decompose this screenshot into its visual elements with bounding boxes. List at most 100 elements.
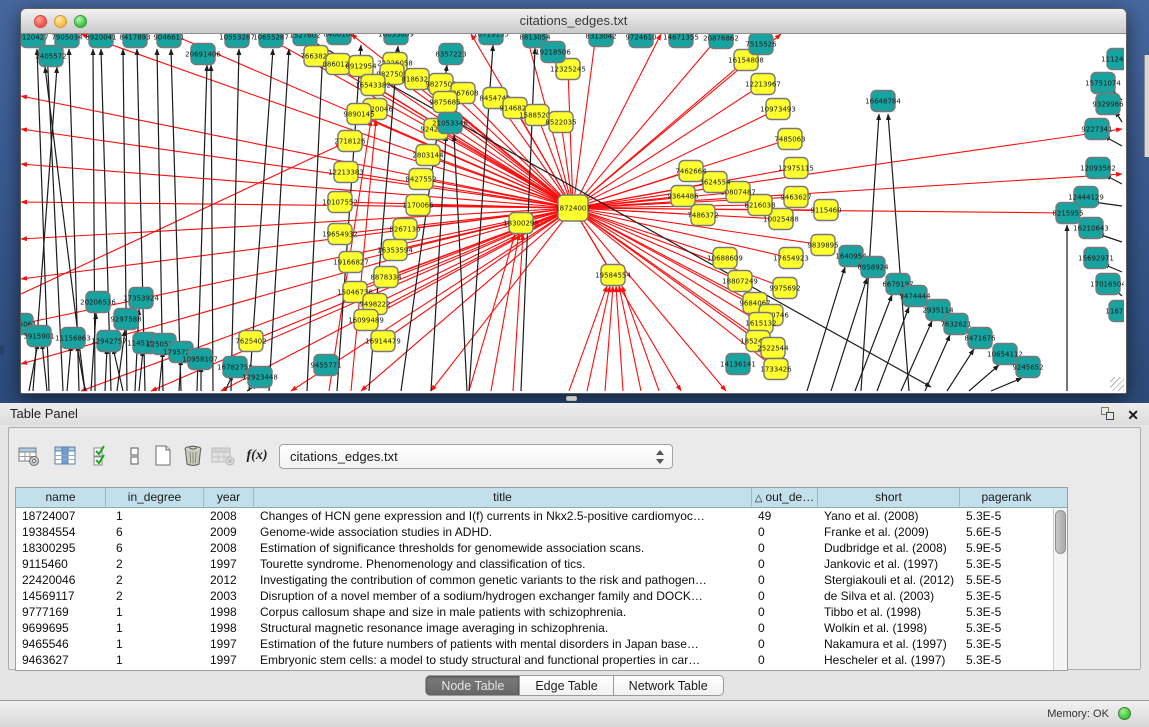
table-selector-dropdown[interactable]: citations_edges.txt	[279, 444, 673, 469]
graph-edge[interactable]	[21, 144, 342, 294]
table-cell-year[interactable]: 1998	[204, 620, 254, 636]
graph-edge[interactable]	[622, 286, 659, 391]
table-cell-short[interactable]: Dudbridge et al. (2008)	[818, 540, 960, 556]
table-cell-pagerank[interactable]: 5.9E-5	[960, 540, 1053, 556]
graph-node[interactable]: 9975692	[769, 278, 800, 299]
table-row[interactable]: 946362711997Embryonic stem cells: a mode…	[16, 652, 1067, 668]
table-cell-out_degree[interactable]: 0	[752, 604, 818, 620]
graph-node[interactable]: 2405572	[35, 46, 66, 67]
table-cell-title[interactable]: Genome-wide association studies in ADHD.	[254, 524, 752, 540]
graph-node[interactable]: 16914479	[365, 331, 401, 352]
table-cell-out_degree[interactable]: 0	[752, 524, 818, 540]
graph-node[interactable]: 9227341	[1081, 119, 1112, 140]
table-cell-name[interactable]: 9463627	[16, 652, 106, 668]
table-cell-pagerank[interactable]: 5.3E-5	[960, 636, 1053, 652]
table-row[interactable]: 969969511998Structural magnetic resonanc…	[16, 620, 1067, 636]
graph-node[interactable]: 7625402	[235, 331, 266, 352]
table-row[interactable]: 1872400712008Changes of HCN gene express…	[16, 508, 1067, 524]
function-builder-button[interactable]: f(x)	[243, 442, 271, 470]
tab-network-table[interactable]: Network Table	[614, 675, 724, 696]
graph-node[interactable]: 12975115	[778, 158, 814, 179]
graph-edge[interactable]	[21, 202, 573, 208]
graph-node[interactable]: 9455771	[310, 355, 341, 376]
graph-node[interactable]: 20691406	[185, 44, 221, 65]
graph-node[interactable]: 17654923	[773, 248, 809, 269]
float-panel-icon[interactable]	[1101, 407, 1115, 421]
graph-edge[interactable]	[269, 49, 289, 391]
table-cell-name[interactable]: 18300295	[16, 540, 106, 556]
close-window-button[interactable]	[34, 15, 47, 28]
graph-node[interactable]: 18724007	[555, 195, 591, 221]
table-cell-pagerank[interactable]: 5.6E-5	[960, 524, 1053, 540]
graph-edge[interactable]	[573, 174, 1122, 208]
table-cell-out_degree[interactable]: 0	[752, 620, 818, 636]
graph-node[interactable]: 1170066	[402, 195, 434, 216]
table-row[interactable]: 977716911998Corpus callosum shape and si…	[16, 604, 1067, 620]
table-cell-in_degree[interactable]: 2	[106, 572, 204, 588]
table-cell-title[interactable]: Changes of HCN gene expression and I(f) …	[254, 508, 752, 524]
window-titlebar[interactable]: citations_edges.txt	[21, 9, 1126, 34]
table-cell-short[interactable]: Hescheler et al. (1997)	[818, 652, 960, 668]
memory-ok-indicator[interactable]	[1118, 707, 1131, 720]
table-cell-in_degree[interactable]: 6	[106, 524, 204, 540]
graph-edge[interactable]	[991, 378, 1022, 391]
graph-node[interactable]: 7462664	[675, 161, 707, 182]
graph-edge[interactable]	[807, 267, 845, 391]
table-row[interactable]: 1830029562008Estimation of significance …	[16, 540, 1067, 556]
graph-edge[interactable]	[21, 208, 573, 239]
select-all-rows-button[interactable]	[89, 442, 117, 470]
zoom-window-button[interactable]	[74, 15, 87, 28]
table-cell-pagerank[interactable]: 5.5E-5	[960, 572, 1053, 588]
table-cell-title[interactable]: Structural magnetic resonance image aver…	[254, 620, 752, 636]
table-row[interactable]: 946554611997Estimation of the future num…	[16, 636, 1067, 652]
graph-node[interactable]: 9890145	[343, 104, 374, 125]
table-cell-name[interactable]: 9699695	[16, 620, 106, 636]
graph-edge[interactable]	[877, 307, 909, 391]
column-header-in_degree[interactable]: in_degree	[106, 488, 204, 507]
table-cell-in_degree[interactable]: 1	[106, 652, 204, 668]
graph-node[interactable]: 16033809	[378, 34, 414, 45]
table-cell-year[interactable]: 1998	[204, 604, 254, 620]
graph-node[interactable]: 8313042	[585, 34, 616, 47]
table-cell-out_degree[interactable]: 49	[752, 508, 818, 524]
table-cell-name[interactable]: 14569117	[16, 588, 106, 604]
graph-node[interactable]: 2522544	[757, 338, 789, 359]
table-cell-name[interactable]: 22420046	[16, 572, 106, 588]
table-cell-name[interactable]: 9115460	[16, 556, 106, 572]
table-cell-in_degree[interactable]: 1	[106, 604, 204, 620]
graph-node[interactable]: 9875685	[429, 92, 460, 113]
table-cell-in_degree[interactable]: 2	[106, 556, 204, 572]
graph-node[interactable]: 3915901	[23, 326, 54, 347]
show-columns-button[interactable]	[51, 442, 79, 470]
graph-node[interactable]: 8417893	[119, 34, 150, 48]
split-divider-handle[interactable]	[566, 396, 577, 401]
delete-table-button[interactable]	[209, 442, 237, 470]
graph-edge[interactable]	[855, 295, 892, 391]
table-cell-title[interactable]: Embryonic stem cells: a model to study s…	[254, 652, 752, 668]
graph-edge[interactable]	[925, 335, 950, 391]
graph-node[interactable]: 7632621	[940, 314, 971, 335]
table-cell-year[interactable]: 2003	[204, 588, 254, 604]
graph-node[interactable]: 17016504	[1090, 274, 1124, 295]
table-cell-short[interactable]: Franke et al. (2009)	[818, 524, 960, 540]
table-row[interactable]: 1456911722003Disruption of a novel membe…	[16, 588, 1067, 604]
graph-node[interactable]: 9329966	[1092, 94, 1124, 115]
column-header-name[interactable]: name	[16, 488, 106, 507]
table-cell-out_degree[interactable]: 0	[752, 636, 818, 652]
table-cell-out_degree[interactable]: 0	[752, 652, 818, 668]
panel-collapse-arrow[interactable]	[0, 345, 4, 355]
graph-edge[interactable]	[469, 234, 515, 391]
graph-node[interactable]: 8267130	[389, 219, 420, 240]
graph-node[interactable]: 9046611	[153, 34, 184, 48]
graph-node[interactable]: 10719155	[473, 34, 509, 45]
graph-node[interactable]: 10107552	[322, 192, 358, 213]
graph-node[interactable]: 8878334	[370, 267, 402, 288]
table-cell-year[interactable]: 1997	[204, 636, 254, 652]
minimize-window-button[interactable]	[54, 15, 67, 28]
graph-edge[interactable]	[105, 348, 107, 391]
graph-node[interactable]: 1527602	[289, 34, 320, 46]
graph-edge[interactable]	[901, 321, 932, 391]
graph-node[interactable]: 7515526	[745, 34, 777, 55]
graph-node[interactable]: 20206536	[80, 292, 116, 313]
table-cell-title[interactable]: Estimation of significance thresholds fo…	[254, 540, 752, 556]
